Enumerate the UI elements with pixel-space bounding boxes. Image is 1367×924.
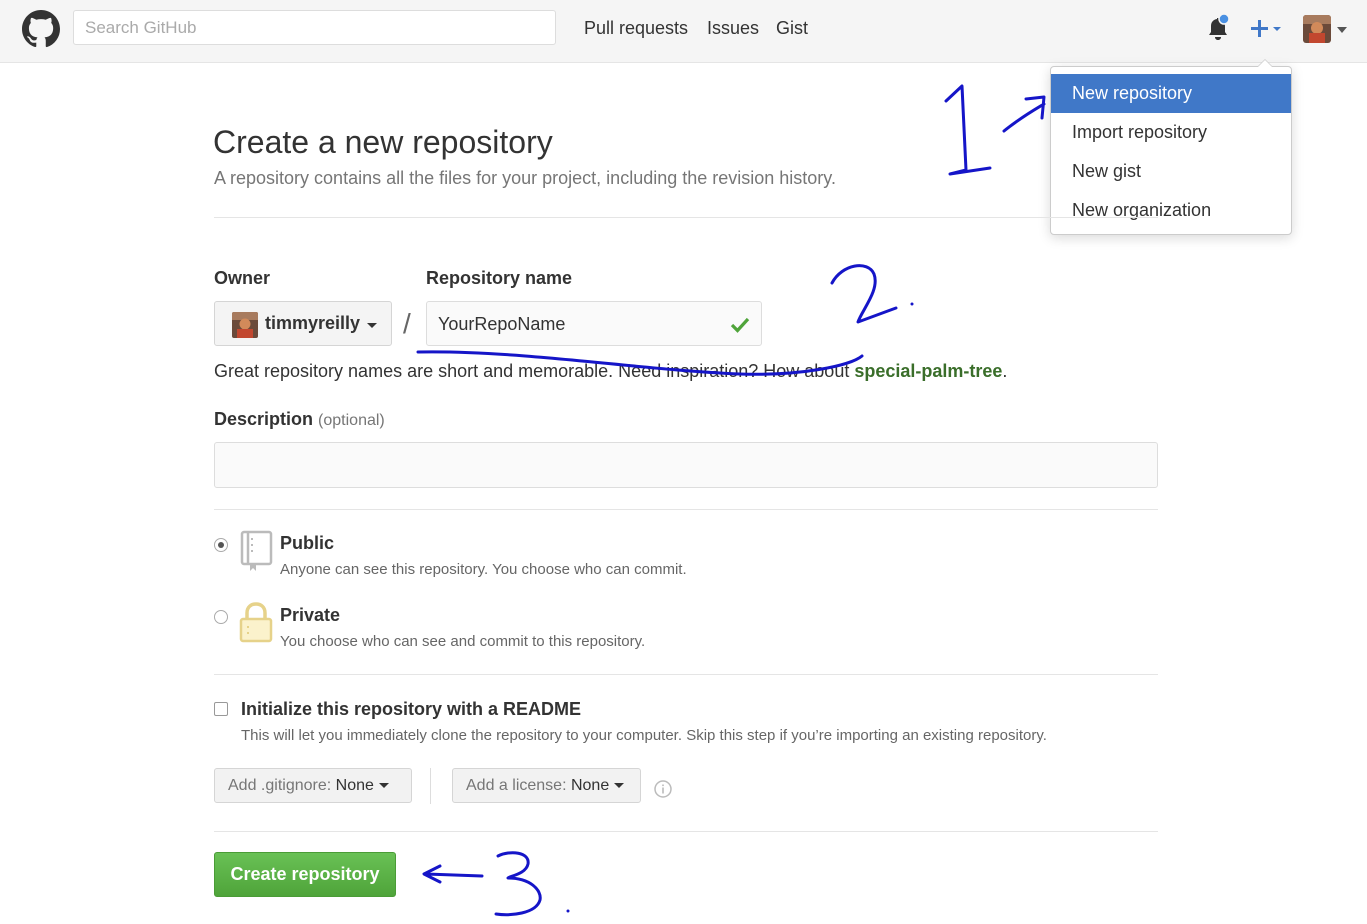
- create-new-plus-icon[interactable]: [1248, 14, 1284, 42]
- annotation-arrow-1: [1002, 95, 1046, 133]
- repo-name-input[interactable]: YourRepoName: [426, 301, 762, 346]
- nav-pull-requests[interactable]: Pull requests: [584, 18, 688, 39]
- user-avatar[interactable]: [1303, 15, 1331, 43]
- divider: [214, 831, 1158, 832]
- init-readme-label[interactable]: Initialize this repository with a README: [241, 699, 581, 720]
- divider: [214, 509, 1158, 510]
- divider: [214, 217, 1158, 218]
- notification-bell-icon[interactable]: [1205, 14, 1231, 42]
- hint-text: Great repository names are short and mem…: [214, 361, 855, 381]
- new-dropdown-menu: New repository Import repository New gis…: [1050, 59, 1292, 235]
- gitignore-select[interactable]: Add .gitignore: None: [214, 768, 412, 803]
- page-subtitle: A repository contains all the files for …: [214, 168, 836, 188]
- init-readme-checkbox[interactable]: [214, 702, 228, 716]
- init-readme-description: This will let you immediately clone the …: [241, 727, 1047, 744]
- select-separator: [430, 768, 431, 804]
- description-input[interactable]: [214, 442, 1158, 488]
- menu-item-new-organization[interactable]: New organization: [1051, 191, 1291, 230]
- chevron-down-icon: [614, 783, 625, 789]
- private-radio[interactable]: [214, 610, 228, 624]
- chevron-down-icon: [378, 783, 389, 789]
- public-title: Public: [280, 533, 335, 553]
- nav-gist[interactable]: Gist: [776, 18, 808, 39]
- chevron-down-icon: [367, 323, 377, 328]
- owner-label: Owner: [214, 268, 271, 288]
- public-repo-book-icon: [240, 530, 273, 571]
- menu-item-new-repository[interactable]: New repository: [1051, 74, 1291, 113]
- menu-item-new-gist[interactable]: New gist: [1051, 152, 1291, 191]
- annotation-digit-1: [944, 84, 992, 176]
- create-repository-button[interactable]: Create repository: [214, 852, 396, 897]
- menu-item-import-repository[interactable]: Import repository: [1051, 113, 1291, 152]
- public-description: Anyone can see this repository. You choo…: [280, 561, 687, 578]
- divider: [214, 674, 1158, 675]
- user-menu-caret-icon[interactable]: [1337, 27, 1347, 33]
- annotation-arrow-3: [422, 864, 484, 884]
- license-value: None: [570, 777, 610, 794]
- hint-suffix: .: [1002, 361, 1008, 381]
- search-input[interactable]: Search GitHub: [73, 10, 556, 45]
- owner-repo-separator: /: [403, 308, 411, 339]
- name-suggestion-link[interactable]: special-palm-tree: [854, 361, 1002, 381]
- private-description: You choose who can see and commit to thi…: [280, 633, 646, 650]
- valid-check-icon: [730, 317, 750, 333]
- optional-tag: (optional): [318, 412, 385, 429]
- gitignore-label: Add .gitignore:: [228, 777, 332, 794]
- private-lock-icon: [239, 602, 273, 643]
- gitignore-value: None: [335, 777, 374, 794]
- public-radio[interactable]: [214, 538, 228, 552]
- private-title: Private: [280, 605, 341, 625]
- description-label-text: Description: [214, 409, 314, 429]
- license-select[interactable]: Add a license: None: [452, 768, 641, 803]
- license-label: Add a license:: [466, 777, 567, 794]
- nav-issues[interactable]: Issues: [707, 18, 759, 39]
- annotation-digit-3: [494, 851, 542, 917]
- owner-select[interactable]: timmyreilly: [214, 301, 392, 346]
- header: Search GitHub Pull requests Issues Gist: [0, 0, 1367, 63]
- owner-name: timmyreilly: [265, 313, 361, 333]
- annotation-dot: [910, 302, 914, 306]
- description-label: Description (optional): [214, 409, 385, 430]
- page-title: Create a new repository: [213, 124, 553, 160]
- repo-name-label: Repository name: [426, 268, 573, 288]
- github-logo-icon[interactable]: [22, 10, 60, 48]
- repo-name-value: YourRepoName: [438, 314, 566, 334]
- annotation-dot: [566, 909, 570, 913]
- info-icon[interactable]: [654, 780, 672, 798]
- repo-name-hint: Great repository names are short and mem…: [214, 361, 1007, 382]
- owner-avatar: [232, 312, 258, 338]
- annotation-digit-2: [830, 264, 898, 324]
